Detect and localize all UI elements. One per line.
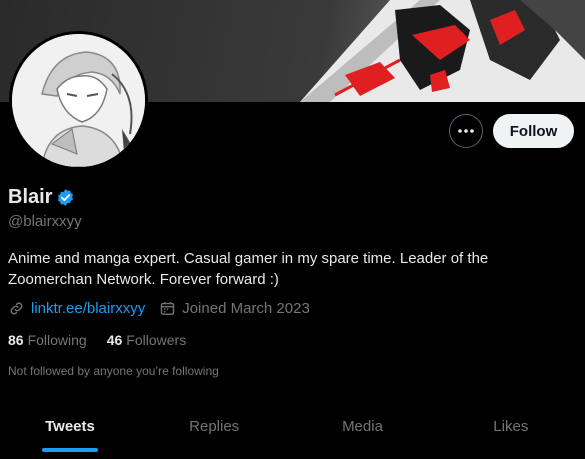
tab-likes[interactable]: Likes (437, 400, 585, 452)
follow-button[interactable]: Follow (493, 114, 574, 148)
tab-tweets[interactable]: Tweets (0, 400, 140, 452)
more-options-button[interactable] (449, 114, 483, 148)
tab-label: Media (342, 417, 383, 435)
following-stat[interactable]: 86 Following (8, 332, 87, 348)
followed-by-note: Not followed by anyone you’re following (8, 364, 219, 378)
followers-label: Followers (126, 332, 187, 348)
verified-badge-icon[interactable] (56, 188, 75, 207)
profile-avatar[interactable] (9, 31, 148, 170)
profile-tabs: Tweets Replies Media Likes (0, 400, 585, 452)
tab-label: Replies (189, 417, 240, 435)
avatar-artwork (12, 34, 145, 167)
active-tab-indicator (42, 448, 98, 452)
joined-date: Joined March 2023 (182, 300, 310, 317)
tab-replies[interactable]: Replies (140, 400, 288, 452)
tab-label: Likes (493, 417, 529, 435)
profile-link[interactable]: linktr.ee/blairxxyy (31, 300, 145, 317)
name-row: Blair (8, 186, 75, 209)
tab-label: Tweets (45, 417, 95, 435)
followers-count: 46 (106, 332, 123, 348)
more-horizontal-icon (458, 129, 474, 133)
display-name: Blair (8, 186, 53, 208)
tab-media[interactable]: Media (288, 400, 436, 452)
followers-stat[interactable]: 46 Followers (107, 332, 186, 348)
profile-handle: @blairxxyy (8, 213, 82, 230)
follow-stats: 86 Following 46 Followers (8, 332, 206, 348)
profile-bio: Anime and manga expert. Casual gamer in … (8, 250, 489, 288)
following-label: Following (27, 332, 87, 348)
link-icon (10, 302, 23, 315)
following-count: 86 (8, 332, 24, 348)
calendar-icon (160, 302, 175, 315)
profile-meta: linktr.ee/blairxxyy Joined March 2023 (8, 300, 310, 317)
